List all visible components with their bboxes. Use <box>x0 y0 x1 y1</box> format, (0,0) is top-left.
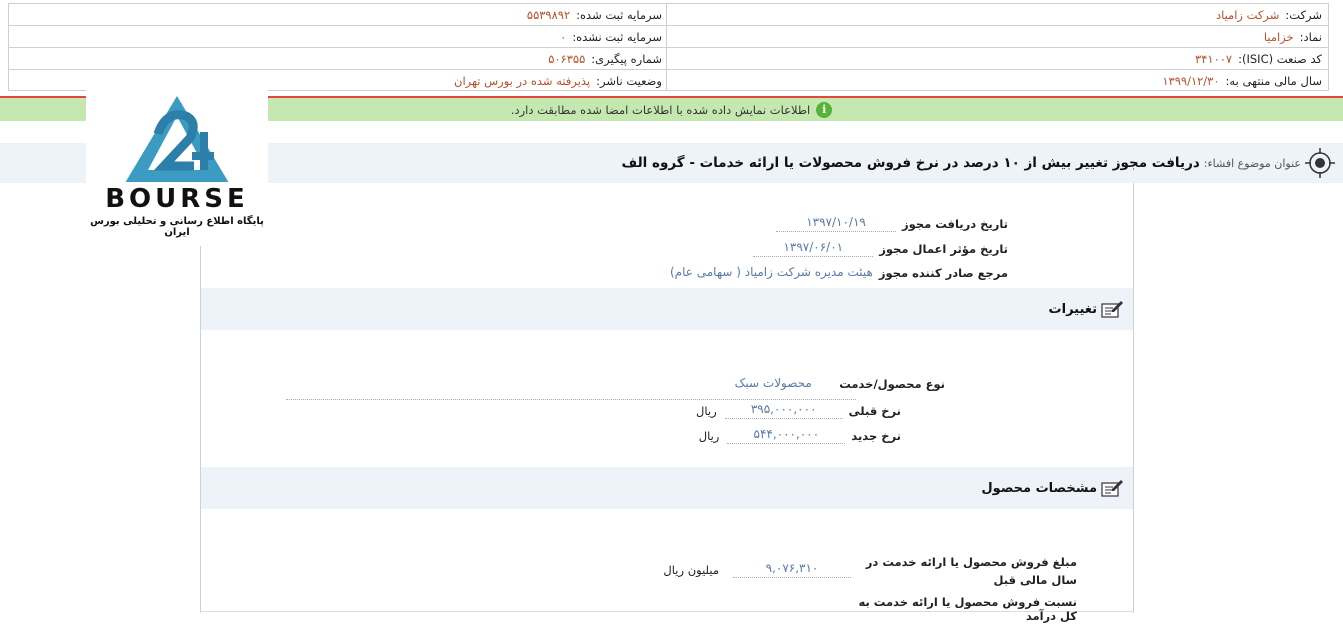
product-type-label: نوع محصول/خدمت <box>839 377 945 391</box>
tracking-number-key: شماره پیگیری: <box>591 51 662 66</box>
old-price-value: ۳۹۵,۰۰۰,۰۰۰ <box>724 402 843 419</box>
tracking-number-value: ۵۰۶۳۵۵ <box>548 51 586 66</box>
issuer-field: مرجع صادر کننده مجوز هیئت مدیره شرکت زام… <box>670 265 1008 281</box>
effective-date-label: تاریخ مؤثر اعمال مجوز <box>879 241 1008 256</box>
old-price-unit: ریال <box>696 403 717 418</box>
edit-icon <box>1101 480 1123 497</box>
changes-section-header: تغییرات <box>201 288 1133 330</box>
isic-value: ۳۴۱۰۰۷ <box>1195 51 1233 66</box>
ratio-row: نسبت فروش محصول یا ارائه خدمت به کل درآم… <box>857 595 1078 623</box>
sales-unit: میلیون ریال <box>663 563 719 577</box>
company-value[interactable]: شرکت زامیاد <box>1216 8 1279 22</box>
old-price-row: نرخ قبلی ۳۹۵,۰۰۰,۰۰۰ ریال <box>696 402 901 419</box>
unregistered-capital-value: ۰ <box>560 29 567 44</box>
ratio-label: نسبت فروش محصول یا ارائه خدمت به کل درآم… <box>858 595 1078 623</box>
sales-label: مبلغ فروش محصول یا ارائه خدمت در سال مال… <box>865 555 1077 587</box>
changes-title: تغییرات <box>1048 301 1097 317</box>
info-row-tracking-number: شماره پیگیری: ۵۰۶۳۵۵ <box>9 48 668 70</box>
product-type-field: نوع محصول/خدمت محصولات سبک <box>713 376 945 392</box>
specs-title: مشخصات محصول <box>981 480 1097 496</box>
product-type-underline <box>286 399 856 400</box>
logo-brand-text: BOURSE <box>105 184 249 214</box>
receive-date-value: ۱۳۹۷/۱۰/۱۹ <box>776 215 897 232</box>
isic-key: کد صنعت (ISIC): <box>1238 51 1322 66</box>
sales-row: مبلغ فروش محصول یا ارائه خدمت در سال مال… <box>663 553 1077 589</box>
subject-label: عنوان موضوع افشاء: <box>1203 156 1301 170</box>
fiscal-year-value: ۱۳۹۹/۱۲/۳۰ <box>1162 74 1220 88</box>
receive-date-field: تاریخ دریافت مجوز ۱۳۹۷/۱۰/۱۹ <box>776 215 1008 232</box>
info-row-registered-capital: سرمایه ثبت شده: ۵۵۳۹۸۹۲ <box>9 4 668 26</box>
info-row-unregistered-capital: سرمایه ثبت نشده: ۰ <box>9 26 668 48</box>
logo-triangle-icon <box>125 96 229 182</box>
registered-capital-key: سرمایه ثبت شده: <box>576 7 662 22</box>
edit-icon <box>1101 301 1123 318</box>
product-type-value: محصولات سبک <box>734 376 812 390</box>
info-row-symbol: نماد: خزامیا <box>667 26 1328 48</box>
symbol-value[interactable]: خزامیا <box>1264 30 1294 44</box>
info-row-isic: کد صنعت (ISIC): ۳۴۱۰۰۷ <box>667 48 1328 70</box>
new-price-value: ۵۴۴,۰۰۰,۰۰۰ <box>727 427 846 444</box>
issuer-label: مرجع صادر کننده مجوز <box>878 266 1008 280</box>
receive-date-label: تاریخ دریافت مجوز <box>902 216 1008 231</box>
bourse24-logo: BOURSE پایگاه اطلاع رسانی و تحلیلی بورس … <box>86 70 268 246</box>
info-icon: i <box>816 101 833 118</box>
company-info-right: شرکت: شرکت زامیاد نماد: خزامیا کد صنعت (… <box>666 4 1328 90</box>
publisher-status-value: پذیرفته شده در بورس تهران <box>454 74 591 88</box>
publisher-status-key: وضعیت ناشر: <box>596 74 662 88</box>
notice-text: اطلاعات نمایش داده شده با اطلاعات امضا ش… <box>510 102 811 117</box>
old-price-label: نرخ قبلی <box>848 403 901 418</box>
issuer-value: هیئت مدیره شرکت زامیاد ( سهامی عام) <box>670 265 873 279</box>
new-price-label: نرخ جدید <box>851 428 901 443</box>
symbol-key: نماد: <box>1299 29 1322 44</box>
subject-title: دریافت مجوز تغییر بیش از ۱۰ درصد در نرخ … <box>621 155 1200 171</box>
specs-section-header: مشخصات محصول <box>201 467 1133 509</box>
new-price-unit: ریال <box>698 428 720 443</box>
unregistered-capital-key: سرمایه ثبت نشده: <box>572 29 662 44</box>
info-row-company: شرکت: شرکت زامیاد <box>667 4 1328 26</box>
target-icon <box>1305 148 1335 178</box>
effective-date-value: ۱۳۹۷/۰۶/۰۱ <box>753 240 874 257</box>
sales-value: ۹,۰۷۶,۳۱۰ <box>733 561 851 578</box>
new-price-row: نرخ جدید ۵۴۴,۰۰۰,۰۰۰ ریال <box>699 427 901 444</box>
logo-tagline: پایگاه اطلاع رسانی و تحلیلی بورس ایران <box>90 216 264 238</box>
registered-capital-value: ۵۵۳۹۸۹۲ <box>526 7 571 22</box>
company-key: شرکت: <box>1285 7 1322 22</box>
effective-date-field: تاریخ مؤثر اعمال مجوز ۱۳۹۷/۰۶/۰۱ <box>753 240 1008 257</box>
fiscal-year-key: سال مالی منتهی به: <box>1225 74 1322 88</box>
info-row-fiscal-year: سال مالی منتهی به: ۱۳۹۹/۱۲/۳۰ <box>667 70 1328 92</box>
